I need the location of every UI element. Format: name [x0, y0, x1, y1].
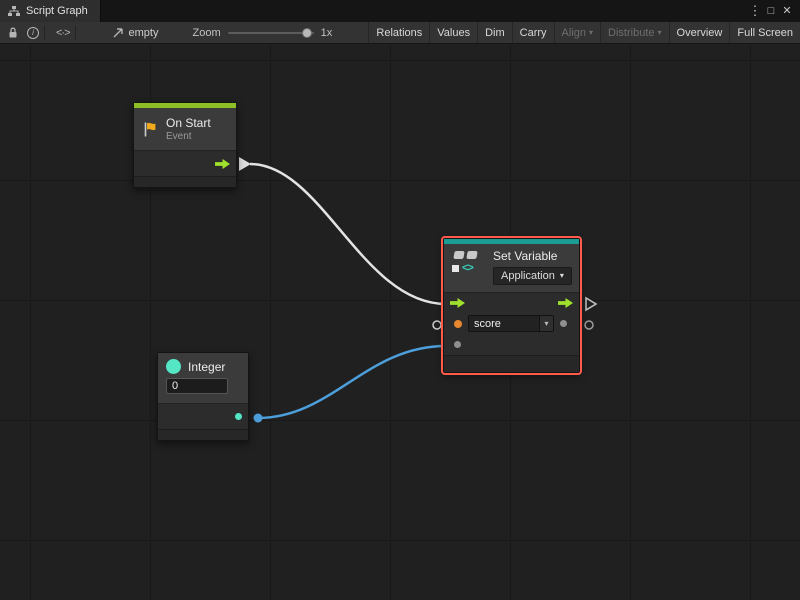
value-wire-start-dot[interactable] — [254, 414, 263, 423]
flow-wire[interactable] — [250, 164, 446, 304]
integer-header: Integer 0 — [158, 353, 248, 403]
toolbar-separator — [75, 26, 76, 40]
node-integer[interactable]: Integer 0 — [157, 352, 249, 441]
node-title: Integer — [188, 360, 225, 374]
toolbar-button-carry[interactable]: Carry — [512, 22, 554, 43]
flow-output-connector-outline[interactable] — [586, 298, 596, 310]
chevron-down-icon: ▾ — [658, 29, 662, 37]
toolbar-button-distribute[interactable]: Distribute▾ — [600, 22, 668, 43]
toolbar-button-dim[interactable]: Dim — [477, 22, 512, 43]
variable-name-port[interactable] — [454, 320, 462, 328]
graph-breadcrumb[interactable]: empty — [113, 27, 159, 39]
toolbar-button-relations[interactable]: Relations — [368, 22, 429, 43]
toolbar-button-fullscreen[interactable]: Full Screen — [729, 22, 800, 43]
variable-name-row: score ▾ — [444, 313, 579, 334]
toolbar-separator — [44, 26, 45, 40]
value-wire[interactable] — [258, 346, 446, 418]
maximize-icon[interactable]: □ — [763, 0, 779, 22]
toolbar-button-values[interactable]: Values — [429, 22, 477, 43]
variable-name-dropdown[interactable]: score ▾ — [468, 315, 554, 332]
node-title: Set Variable — [493, 249, 572, 263]
close-icon[interactable]: ✕ — [779, 0, 795, 22]
tab-label: Script Graph — [26, 5, 88, 17]
set-variable-icon: <> — [451, 249, 487, 292]
integer-output-port[interactable] — [235, 413, 242, 420]
node-on-start[interactable]: On Start Event — [133, 102, 237, 188]
breadcrumb-label: empty — [129, 27, 159, 39]
node-footer — [134, 176, 236, 187]
chevron-down-icon: ▾ — [589, 29, 593, 37]
info-icon[interactable] — [27, 27, 39, 39]
integer-icon — [166, 359, 181, 374]
input-port-outline[interactable] — [433, 321, 441, 329]
flow-output-port[interactable] — [215, 159, 230, 169]
toolbar-button-overview[interactable]: Overview — [669, 22, 730, 43]
window-controls: ⋮ □ ✕ — [747, 0, 800, 22]
zoom-label: Zoom — [192, 27, 220, 39]
flow-input-port[interactable] — [450, 298, 465, 308]
zoom-slider-handle[interactable] — [302, 28, 312, 38]
port-row — [158, 403, 248, 429]
toolbar-button-align[interactable]: Align▾ — [554, 22, 600, 43]
graph-canvas[interactable]: On Start Event <> Set Variable — [0, 44, 800, 600]
output-value-port[interactable] — [560, 320, 567, 327]
node-title: On Start — [166, 116, 211, 130]
window-menu-icon[interactable]: ⋮ — [747, 0, 763, 22]
graph-toolbar: <·> empty Zoom 1x Relations Values Dim C… — [0, 22, 800, 44]
node-set-variable[interactable]: <> Set Variable Application ▾ — [443, 238, 580, 373]
chevron-down-icon: ▾ — [560, 272, 564, 280]
port-row — [134, 150, 236, 176]
tab-script-graph[interactable]: Script Graph — [0, 0, 101, 22]
node-footer — [444, 355, 579, 372]
flow-output-port[interactable] — [558, 298, 573, 308]
input-value-row — [444, 334, 579, 355]
titlebar: Script Graph ⋮ □ ✕ — [0, 0, 800, 22]
integer-value-field[interactable]: 0 — [166, 378, 228, 394]
graph-pointer-icon — [113, 28, 124, 38]
script-graph-icon — [8, 6, 20, 17]
on-start-header: On Start Event — [134, 108, 236, 150]
zoom-value: 1x — [321, 27, 333, 39]
node-subtitle: Event — [166, 131, 211, 142]
set-variable-header: <> Set Variable Application ▾ — [444, 244, 579, 292]
output-port-outline[interactable] — [585, 321, 593, 329]
script-graph-window: Script Graph ⋮ □ ✕ <·> empty Zoom 1x Rel… — [0, 0, 800, 600]
chevron-down-icon: ▾ — [539, 316, 553, 331]
flow-port-row — [444, 292, 579, 313]
scope-label: Application — [501, 270, 555, 282]
input-value-port[interactable] — [454, 341, 461, 348]
zoom-slider[interactable] — [228, 32, 314, 34]
node-footer — [158, 429, 248, 440]
flag-icon — [142, 121, 159, 138]
flow-connector-arrow[interactable] — [239, 157, 251, 171]
lock-icon[interactable] — [8, 27, 18, 39]
variable-scope-dropdown[interactable]: Application ▾ — [493, 267, 572, 285]
connector-icon[interactable]: <·> — [56, 27, 70, 39]
variable-name-value: score — [469, 318, 539, 330]
toolbar-buttons: Relations Values Dim Carry Align▾ Distri… — [368, 22, 800, 43]
